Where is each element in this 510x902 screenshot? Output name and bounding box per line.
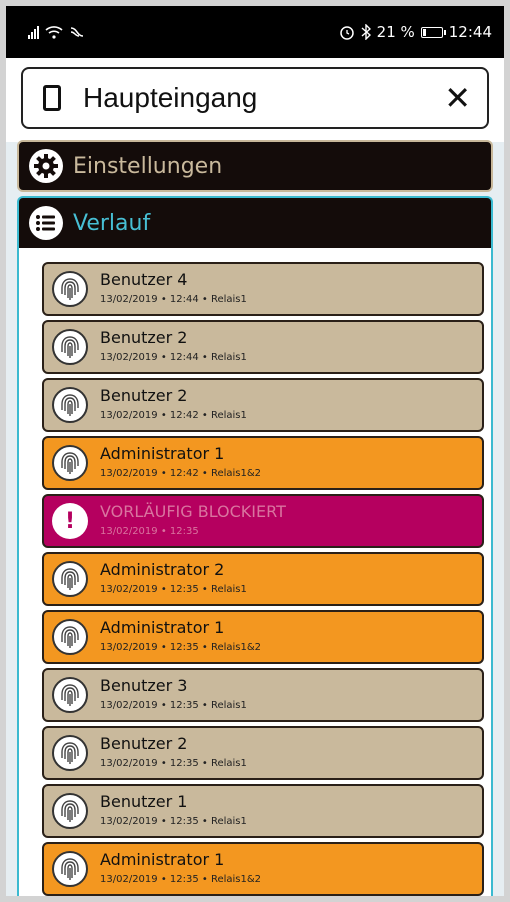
history-entry[interactable]: Benutzer 3 13/02/2019 • 12:35 • Relais1 [42,668,484,722]
status-left [28,25,85,39]
fingerprint-icon [52,619,88,655]
alert-icon: ! [52,503,88,539]
entry-name: Benutzer 1 [100,792,188,811]
entry-text: Administrator 1 13/02/2019 • 12:35 • Rela… [100,618,261,656]
fingerprint-icon [52,387,88,423]
entry-name: VORLÄUFIG BLOCKIERT [100,502,286,521]
history-entry[interactable]: Benutzer 2 13/02/2019 • 12:44 • Relais1 [42,320,484,374]
entry-name: Administrator 1 [100,618,225,637]
entry-text: Benutzer 2 13/02/2019 • 12:42 • Relais1 [100,386,247,424]
entry-name: Benutzer 3 [100,676,188,695]
entry-meta: 13/02/2019 • 12:44 • Relais1 [100,294,247,305]
gear-icon [29,149,63,183]
history-entry[interactable]: Benutzer 2 13/02/2019 • 12:42 • Relais1 [42,378,484,432]
entry-name: Administrator 1 [100,444,225,463]
history-entry[interactable]: Benutzer 1 13/02/2019 • 12:35 • Relais1 [42,784,484,838]
entry-text: Administrator 1 13/02/2019 • 12:42 • Rela… [100,444,261,482]
phone-device-icon [43,85,61,111]
entry-text: Benutzer 3 13/02/2019 • 12:35 • Relais1 [100,676,247,714]
page-title: Haupteingang [83,82,258,113]
app-header: Haupteingang ✕ [6,58,504,142]
battery-text: 21 % [376,23,415,41]
phone-screen: 21 % 12:44 Haupteingang ✕ Einstellungen … [6,6,504,896]
entry-name: Administrator 2 [100,560,225,579]
status-right: 21 % 12:44 [339,23,492,41]
entry-text: VORLÄUFIG BLOCKIERT 13/02/2019 • 12:35 [100,502,286,540]
entry-meta: 13/02/2019 • 12:35 [100,526,199,537]
bluetooth-icon [361,24,371,40]
entry-name: Benutzer 4 [100,270,188,289]
settings-section-label: Einstellungen [73,153,223,179]
fingerprint-icon [52,271,88,307]
entry-text: Benutzer 2 13/02/2019 • 12:35 • Relais1 [100,734,247,772]
entry-text: Benutzer 4 13/02/2019 • 12:44 • Relais1 [100,270,247,308]
fingerprint-icon [52,851,88,887]
entry-text: Administrator 1 13/02/2019 • 12:35 • Rela… [100,850,261,888]
history-entry[interactable]: Administrator 1 13/02/2019 • 12:35 • Rela… [42,842,484,896]
entry-meta: 13/02/2019 • 12:35 • Relais1&2 [100,874,262,885]
blocked-entry[interactable]: ! VORLÄUFIG BLOCKIERT 13/02/2019 • 12:35 [42,494,484,548]
fingerprint-icon [52,793,88,829]
entry-text: Benutzer 1 13/02/2019 • 12:35 • Relais1 [100,792,247,830]
settings-section-header[interactable]: Einstellungen [17,140,493,192]
entry-name: Benutzer 2 [100,328,188,347]
fingerprint-icon [52,445,88,481]
signal-icon [28,25,39,39]
history-entry[interactable]: Administrator 1 13/02/2019 • 12:35 • Rela… [42,610,484,664]
fingerprint-icon [52,561,88,597]
entry-name: Benutzer 2 [100,386,188,405]
entry-meta: 13/02/2019 • 12:35 • Relais1 [100,758,247,769]
entry-text: Benutzer 2 13/02/2019 • 12:44 • Relais1 [100,328,247,366]
fingerprint-icon [52,735,88,771]
history-entry[interactable]: Benutzer 2 13/02/2019 • 12:35 • Relais1 [42,726,484,780]
history-section-label: Verlauf [73,210,151,236]
history-section-header[interactable]: Verlauf [17,196,493,248]
entry-meta: 13/02/2019 • 12:35 • Relais1 [100,584,247,595]
close-button[interactable]: ✕ [444,82,471,114]
list-icon [29,206,63,240]
battery-icon [420,26,446,38]
wifi-icon [45,26,63,39]
entry-meta: 13/02/2019 • 12:35 • Relais1&2 [100,642,262,653]
entry-meta: 13/02/2019 • 12:44 • Relais1 [100,352,247,363]
fingerprint-icon [52,329,88,365]
alarm-icon [339,26,354,40]
nfc-icon [70,27,84,37]
entry-name: Benutzer 2 [100,734,188,753]
entry-meta: 13/02/2019 • 12:42 • Relais1&2 [100,468,262,479]
history-entry[interactable]: Administrator 2 13/02/2019 • 12:35 • Rela… [42,552,484,606]
history-entry[interactable]: Benutzer 4 13/02/2019 • 12:44 • Relais1 [42,262,484,316]
fingerprint-icon [52,677,88,713]
entry-text: Administrator 2 13/02/2019 • 12:35 • Rela… [100,560,247,598]
history-entry[interactable]: Administrator 1 13/02/2019 • 12:42 • Rela… [42,436,484,490]
entry-meta: 13/02/2019 • 12:35 • Relais1 [100,700,247,711]
history-list: Benutzer 4 13/02/2019 • 12:44 • Relais1 Be… [17,248,493,896]
entry-meta: 13/02/2019 • 12:35 • Relais1 [100,816,247,827]
entry-meta: 13/02/2019 • 12:42 • Relais1 [100,410,247,421]
entry-name: Administrator 1 [100,850,225,869]
clock: 12:44 [448,23,492,41]
status-bar: 21 % 12:44 [6,6,504,58]
device-title-box: Haupteingang ✕ [21,67,489,129]
